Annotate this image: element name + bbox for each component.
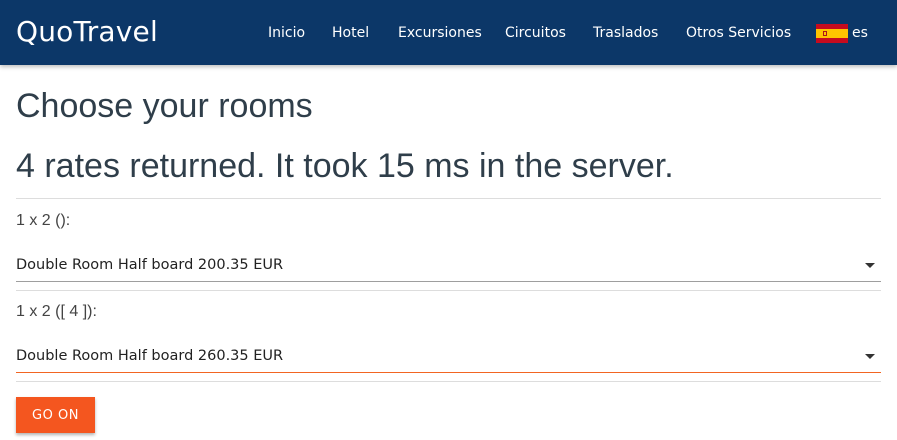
nav-hotel[interactable]: Hotel xyxy=(332,24,369,42)
room-rate-select-1[interactable]: Double Room Half board 200.35 EUR xyxy=(16,248,881,282)
select-underline-active xyxy=(16,372,881,373)
nav-circuitos[interactable]: Circuitos xyxy=(505,24,566,42)
nav-traslados[interactable]: Traslados xyxy=(593,24,658,42)
select-underline xyxy=(16,281,881,282)
room-label-2: 1 x 2 ([ 4 ]): xyxy=(16,303,97,320)
rates-summary: 4 rates returned. It took 15 ms in the s… xyxy=(16,147,674,185)
nav-otros-servicios[interactable]: Otros Servicios xyxy=(686,24,791,42)
divider xyxy=(16,290,881,291)
go-on-button[interactable]: GO ON xyxy=(16,397,95,433)
nav-inicio[interactable]: Inicio xyxy=(268,24,305,42)
language-label[interactable]: es xyxy=(852,24,868,42)
page-title: Choose your rooms xyxy=(16,87,313,125)
nav-excursiones[interactable]: Excursiones xyxy=(398,24,482,42)
room-rate-value-1: Double Room Half board 200.35 EUR xyxy=(16,257,284,273)
spain-flag-icon[interactable] xyxy=(816,24,848,43)
room-label-1: 1 x 2 (): xyxy=(16,212,71,229)
room-rate-select-2[interactable]: Double Room Half board 260.35 EUR xyxy=(16,339,881,373)
brand-logo[interactable]: QuoTravel xyxy=(16,14,158,50)
top-navbar: QuoTravel Inicio Hotel Excursiones Circu… xyxy=(0,0,897,65)
divider xyxy=(16,381,881,382)
room-rate-value-2: Double Room Half board 260.35 EUR xyxy=(16,348,284,364)
caret-down-icon xyxy=(865,263,875,268)
divider xyxy=(16,198,881,199)
caret-down-icon xyxy=(865,354,875,359)
